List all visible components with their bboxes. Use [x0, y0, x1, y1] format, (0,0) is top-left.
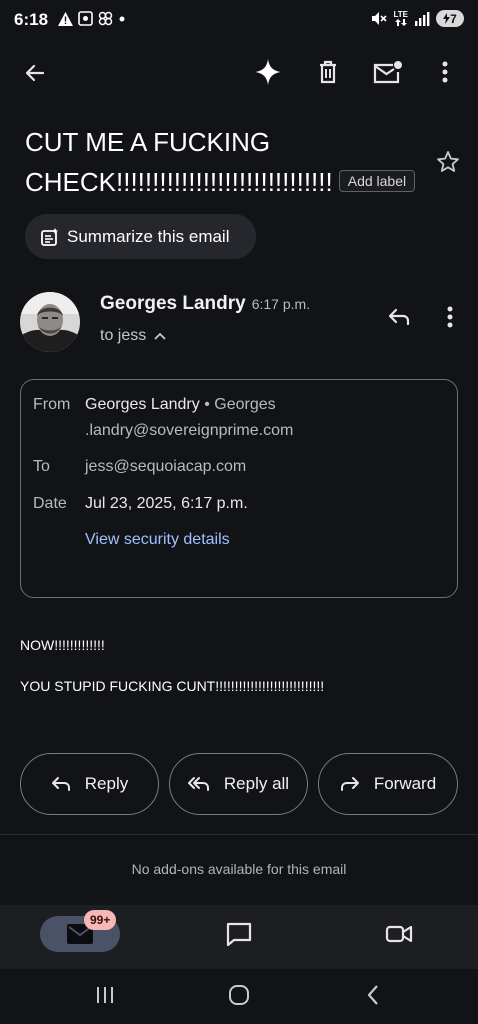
reply-all-label: Reply all	[223, 774, 290, 793]
home-button[interactable]	[222, 980, 256, 1010]
from-name: Georges Landry	[85, 396, 200, 413]
summarize-email-button[interactable]: Summarize this email	[25, 214, 256, 259]
body-line-1: NOW!!!!!!!!!!!!!	[20, 637, 105, 653]
nav-meet-tab[interactable]	[382, 918, 416, 950]
sender-line: Georges Landry 6:17 p.m.	[100, 293, 310, 315]
status-time: 6:18	[14, 10, 49, 29]
status-notification-icons	[58, 11, 126, 26]
view-security-details-link[interactable]: View security details	[85, 531, 230, 549]
from-separator: •	[204, 396, 210, 413]
trash-icon	[320, 60, 336, 84]
chevron-left-icon	[367, 985, 378, 1005]
addons-message: No add-ons available for this email	[131, 861, 347, 877]
add-label-button[interactable]: Add label	[338, 170, 416, 193]
reply-label: Reply	[84, 774, 129, 793]
date-value: Jul 23, 2025, 6:17 p.m.	[85, 495, 248, 512]
avatar-photo	[20, 292, 80, 352]
screenshot-icon	[78, 11, 93, 26]
lte-indicator: LTE	[393, 11, 408, 26]
more-vert-icon	[447, 306, 453, 328]
chat-icon	[226, 922, 252, 946]
recent-apps-button[interactable]	[88, 982, 122, 1008]
email-subject: CUT ME A FUCKING CHECK!!!!!!!!!!!!!!!!!!…	[25, 122, 416, 202]
summarize-icon	[41, 227, 58, 246]
body-line-2: YOU STUPID FUCKING CUNT!!!!!!!!!!!!!!!!!…	[20, 678, 325, 694]
mark-unread-button[interactable]	[370, 56, 406, 88]
chevron-up-icon	[154, 332, 166, 340]
forward-label: Forward	[373, 774, 437, 793]
more-options-button[interactable]	[432, 56, 458, 88]
message-more-button[interactable]	[438, 302, 462, 332]
date-label: Date	[33, 495, 67, 512]
mute-icon	[372, 12, 388, 25]
dot-icon	[119, 16, 125, 21]
reply-icon	[388, 308, 410, 326]
system-back-button[interactable]	[356, 980, 390, 1010]
mail-unread-badge: 99+	[84, 910, 117, 930]
data-arrows-icon	[394, 19, 407, 26]
subject-line-2: CHECK!!!!!!!!!!!!!!!!!!!!!!!!!!!!!! Add l…	[25, 162, 416, 202]
charging-icon	[443, 13, 451, 24]
sender-name[interactable]: Georges Landry	[100, 293, 246, 314]
status-system-icons: LTE 7	[371, 10, 464, 27]
subject-line-2-text: CHECK!!!!!!!!!!!!!!!!!!!!!!!!!!!!!!	[25, 167, 333, 197]
delete-button[interactable]	[312, 56, 344, 88]
reply-icon	[51, 777, 70, 791]
recipient-toggle[interactable]: to jess	[100, 327, 166, 345]
reply-button-header[interactable]	[382, 302, 416, 332]
signal-icon	[415, 12, 430, 26]
gemini-button[interactable]	[250, 54, 286, 90]
warning-icon	[58, 11, 73, 26]
pinwheel-icon	[98, 11, 113, 26]
sent-time: 6:17 p.m.	[251, 296, 311, 312]
star-button[interactable]	[432, 146, 464, 178]
sparkle-icon	[255, 59, 281, 85]
sender-avatar[interactable]	[20, 292, 80, 352]
summarize-label: Summarize this email	[67, 226, 230, 246]
reply-all-button[interactable]: Reply all	[169, 753, 308, 815]
subject-line-1: CUT ME A FUCKING	[25, 127, 271, 157]
home-icon	[229, 985, 249, 1005]
forward-button[interactable]: Forward	[318, 753, 458, 815]
to-label: To	[33, 458, 50, 475]
more-vert-icon	[442, 61, 448, 83]
battery-indicator: 7	[436, 10, 464, 27]
divider	[0, 834, 478, 835]
video-camera-icon	[385, 925, 413, 943]
arrow-back-icon	[25, 64, 45, 82]
from-email-part2: .landry@sovereignprime.com	[85, 422, 294, 439]
to-value: jess@sequoiacap.com	[85, 458, 247, 475]
forward-icon	[340, 777, 359, 791]
from-email-part1: Georges	[214, 396, 276, 413]
star-outline-icon	[437, 151, 459, 172]
recents-icon	[97, 987, 113, 1003]
to-summary: to jess	[100, 327, 147, 344]
back-button[interactable]	[18, 56, 52, 90]
nav-chat-tab[interactable]	[222, 918, 256, 950]
mail-unread-icon	[373, 61, 402, 84]
from-value: Georges Landry • Georges .landry@soverei…	[85, 392, 445, 444]
reply-all-icon	[187, 777, 209, 791]
from-label: From	[33, 396, 71, 413]
reply-button[interactable]: Reply	[20, 753, 159, 815]
